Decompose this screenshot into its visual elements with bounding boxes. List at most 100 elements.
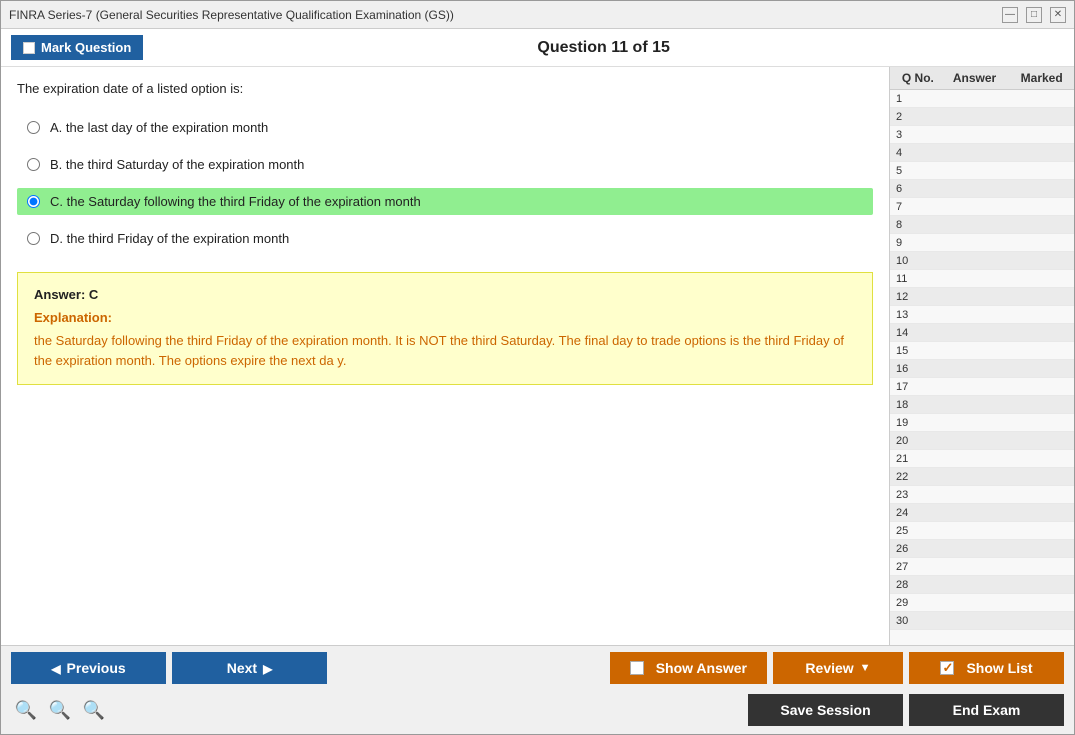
sidebar-cell-qno: 29 bbox=[890, 597, 940, 609]
sidebar-cell-qno: 22 bbox=[890, 471, 940, 483]
save-session-button[interactable]: Save Session bbox=[748, 694, 903, 726]
sidebar-cell-qno: 6 bbox=[890, 183, 940, 195]
explanation-label: Explanation: bbox=[34, 310, 856, 325]
review-button[interactable]: Review ▼ bbox=[773, 652, 903, 684]
sidebar-row[interactable]: 1 bbox=[890, 90, 1074, 108]
sidebar-qno-header: Q No. bbox=[890, 71, 940, 85]
maximize-button[interactable]: □ bbox=[1026, 7, 1042, 23]
show-list-button[interactable]: ✓ Show List bbox=[909, 652, 1064, 684]
minimize-button[interactable]: — bbox=[1002, 7, 1018, 23]
sidebar-row[interactable]: 2 bbox=[890, 108, 1074, 126]
zoom-in-button[interactable]: 🔍 bbox=[11, 695, 41, 725]
show-answer-checkbox-icon bbox=[630, 661, 644, 675]
end-exam-label: End Exam bbox=[953, 702, 1021, 718]
mark-question-label: Mark Question bbox=[41, 40, 131, 55]
sidebar-row[interactable]: 25 bbox=[890, 522, 1074, 540]
sidebar-row[interactable]: 8 bbox=[890, 216, 1074, 234]
sidebar-cell-qno: 24 bbox=[890, 507, 940, 519]
option-a-label: A. the last day of the expiration month bbox=[50, 120, 268, 135]
sidebar-cell-qno: 3 bbox=[890, 129, 940, 141]
show-answer-label: Show Answer bbox=[656, 660, 747, 676]
sidebar-cell-qno: 25 bbox=[890, 525, 940, 537]
sidebar-cell-qno: 16 bbox=[890, 363, 940, 375]
sidebar-row[interactable]: 3 bbox=[890, 126, 1074, 144]
sidebar-row[interactable]: 20 bbox=[890, 432, 1074, 450]
sidebar-cell-qno: 10 bbox=[890, 255, 940, 267]
sidebar-row[interactable]: 9 bbox=[890, 234, 1074, 252]
sidebar-row[interactable]: 17 bbox=[890, 378, 1074, 396]
zoom-normal-button[interactable]: 🔍 bbox=[45, 695, 75, 725]
sidebar-row[interactable]: 10 bbox=[890, 252, 1074, 270]
previous-button[interactable]: Previous bbox=[11, 652, 166, 684]
prev-chevron-icon bbox=[51, 660, 60, 676]
sidebar-cell-qno: 1 bbox=[890, 93, 940, 105]
sidebar-row[interactable]: 18 bbox=[890, 396, 1074, 414]
sidebar-row[interactable]: 14 bbox=[890, 324, 1074, 342]
save-session-label: Save Session bbox=[780, 702, 870, 718]
sidebar-row[interactable]: 12 bbox=[890, 288, 1074, 306]
sidebar-row[interactable]: 23 bbox=[890, 486, 1074, 504]
sidebar-cell-qno: 11 bbox=[890, 273, 940, 285]
sidebar-row[interactable]: 26 bbox=[890, 540, 1074, 558]
sidebar-cell-qno: 7 bbox=[890, 201, 940, 213]
mark-question-button[interactable]: Mark Question bbox=[11, 35, 143, 60]
sidebar-row[interactable]: 24 bbox=[890, 504, 1074, 522]
sidebar-row[interactable]: 29 bbox=[890, 594, 1074, 612]
close-button[interactable]: ✕ bbox=[1050, 7, 1066, 23]
next-label: Next bbox=[227, 660, 257, 676]
question-header: Question 11 of 15 bbox=[143, 39, 1064, 57]
option-b[interactable]: B. the third Saturday of the expiration … bbox=[17, 151, 873, 178]
sidebar-row[interactable]: 30 bbox=[890, 612, 1074, 630]
option-c-label: C. the Saturday following the third Frid… bbox=[50, 194, 421, 209]
sidebar-row[interactable]: 6 bbox=[890, 180, 1074, 198]
sidebar-cell-qno: 15 bbox=[890, 345, 940, 357]
answer-line: Answer: C bbox=[34, 287, 856, 302]
sidebar-cell-qno: 18 bbox=[890, 399, 940, 411]
application-window: FINRA Series-7 (General Securities Repre… bbox=[0, 0, 1075, 735]
sidebar-row[interactable]: 19 bbox=[890, 414, 1074, 432]
question-text: The expiration date of a listed option i… bbox=[17, 81, 873, 96]
sidebar-row[interactable]: 28 bbox=[890, 576, 1074, 594]
sidebar-row[interactable]: 4 bbox=[890, 144, 1074, 162]
sidebar-marked-header: Marked bbox=[1009, 71, 1074, 85]
next-button[interactable]: Next bbox=[172, 652, 327, 684]
sidebar-row[interactable]: 16 bbox=[890, 360, 1074, 378]
sidebar-cell-qno: 17 bbox=[890, 381, 940, 393]
sidebar-row[interactable]: 7 bbox=[890, 198, 1074, 216]
sidebar-cell-qno: 23 bbox=[890, 489, 940, 501]
sidebar-cell-qno: 21 bbox=[890, 453, 940, 465]
bottom-action-row: 🔍 🔍 🔍 Save Session End Exam bbox=[1, 690, 1074, 734]
sidebar-row[interactable]: 21 bbox=[890, 450, 1074, 468]
toolbar: Mark Question Question 11 of 15 bbox=[1, 29, 1074, 67]
bottom-bar: Previous Next Show Answer Review ▼ ✓ Sho… bbox=[1, 645, 1074, 734]
option-c-radio[interactable] bbox=[27, 195, 40, 208]
sidebar-rows: 1 2 3 4 5 6 7 8 bbox=[890, 90, 1074, 630]
sidebar-row[interactable]: 27 bbox=[890, 558, 1074, 576]
sidebar-row[interactable]: 5 bbox=[890, 162, 1074, 180]
sidebar-cell-qno: 9 bbox=[890, 237, 940, 249]
sidebar-row[interactable]: 13 bbox=[890, 306, 1074, 324]
end-exam-button[interactable]: End Exam bbox=[909, 694, 1064, 726]
main-content: The expiration date of a listed option i… bbox=[1, 67, 1074, 645]
next-chevron-icon bbox=[263, 660, 272, 676]
option-d-radio[interactable] bbox=[27, 232, 40, 245]
option-d[interactable]: D. the third Friday of the expiration mo… bbox=[17, 225, 873, 252]
sidebar-cell-qno: 14 bbox=[890, 327, 940, 339]
option-a[interactable]: A. the last day of the expiration month bbox=[17, 114, 873, 141]
sidebar-row[interactable]: 11 bbox=[890, 270, 1074, 288]
sidebar-row[interactable]: 22 bbox=[890, 468, 1074, 486]
option-a-radio[interactable] bbox=[27, 121, 40, 134]
option-c[interactable]: C. the Saturday following the third Frid… bbox=[17, 188, 873, 215]
explanation-text: the Saturday following the third Friday … bbox=[34, 331, 856, 370]
sidebar-row[interactable]: 15 bbox=[890, 342, 1074, 360]
zoom-controls: 🔍 🔍 🔍 bbox=[11, 695, 109, 725]
zoom-out-button[interactable]: 🔍 bbox=[79, 695, 109, 725]
sidebar-cell-qno: 12 bbox=[890, 291, 940, 303]
window-controls: — □ ✕ bbox=[1002, 7, 1066, 23]
sidebar-cell-qno: 5 bbox=[890, 165, 940, 177]
window-title: FINRA Series-7 (General Securities Repre… bbox=[9, 8, 454, 22]
show-answer-button[interactable]: Show Answer bbox=[610, 652, 767, 684]
option-b-label: B. the third Saturday of the expiration … bbox=[50, 157, 304, 172]
previous-label: Previous bbox=[67, 660, 126, 676]
option-b-radio[interactable] bbox=[27, 158, 40, 171]
